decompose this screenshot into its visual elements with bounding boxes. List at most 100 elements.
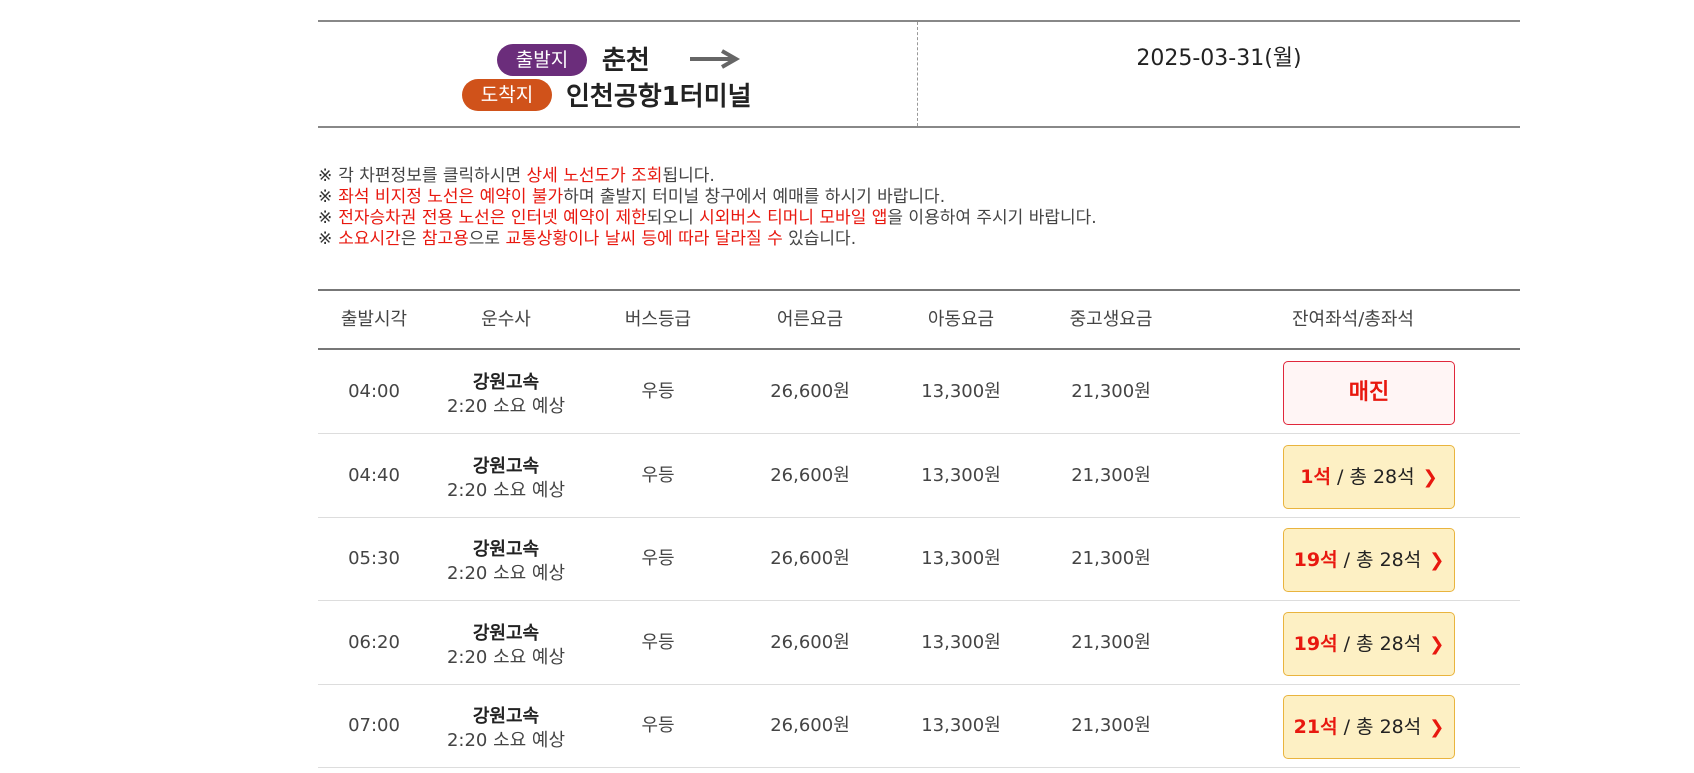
departure-place: 춘천 [602, 46, 650, 76]
notice-highlight: 전자승차권 전용 노선은 인터넷 예약이 제한 [338, 208, 647, 228]
header-student-fare: 중고생요금 [1069, 309, 1153, 330]
student-fare: 21,300원 [1071, 464, 1151, 486]
adult-fare: 26,600원 [770, 715, 850, 736]
route-summary: 출발지 춘천 도착지 인천공항1터미널 2025-03-31(월) [318, 20, 1520, 128]
header-seats: 잔여좌석/총좌석 [1292, 309, 1414, 330]
remaining-seats: 19석 [1293, 549, 1338, 571]
sold-out-button[interactable]: 매진 [1283, 361, 1455, 425]
notice-text: 되오니 [646, 208, 700, 228]
chevron-right-icon: ❯ [1429, 550, 1445, 571]
company-name: 강원고속 [472, 622, 540, 644]
departure-time: 04:00 [348, 381, 400, 402]
notice-mark: ※ [318, 166, 333, 186]
notice-text: 은 [400, 229, 422, 249]
estimated-duration: 2:20 소요 예상 [446, 646, 566, 668]
notice-highlight: 참고용 [421, 229, 469, 249]
seat-select-button[interactable]: 19석 / 총 28석 ❯ [1283, 611, 1455, 676]
table-row[interactable]: 04:00 우등 26,600원 13,300원 21,300원 강원고속 2:20 소요 … [318, 350, 1520, 434]
company-name: 강원고속 [472, 372, 540, 393]
notice-item: ※ 소요시간은 참고용으로 교통상황이나 날씨 등에 따라 달라질 수 있습니다. [318, 229, 1097, 250]
remaining-seats: 21석 [1293, 716, 1338, 738]
header-adult-fare: 어른요금 [776, 309, 844, 330]
notice-text: 각 차편정보를 클릭하시면 [338, 166, 527, 186]
departure-time: 05:30 [348, 548, 400, 569]
notice-list: ※ 각 차편정보를 클릭하시면 상세 노선도가 조회됩니다. ※ 좌석 비지정 노선은… [318, 166, 1097, 250]
student-fare: 21,300원 [1071, 631, 1151, 653]
estimated-duration: 2:20 소요 예상 [446, 396, 566, 417]
remaining-seats: 19석 [1293, 632, 1338, 655]
total-seats: / 총 28석 [1337, 549, 1422, 571]
estimated-duration: 2:20 소요 예상 [446, 730, 566, 751]
child-fare: 13,300원 [921, 548, 1001, 569]
company-cell: 강원고속 2:20 소요 예상 [430, 434, 582, 523]
bus-grade: 우등 [641, 381, 675, 402]
child-fare: 13,300원 [921, 381, 1001, 402]
arrival-badge: 도착지 [462, 79, 552, 111]
notice-highlight: 시외버스 티머니 모바일 앱 [699, 208, 888, 228]
departure-time: 04:40 [348, 464, 400, 486]
company-cell: 강원고속 2:20 소요 예상 [430, 350, 582, 439]
total-seats: / 총 28석 [1337, 716, 1422, 738]
table-row[interactable]: 07:00 우등 26,600원 13,300원 21,300원 강원고속 2:20 소요 … [318, 684, 1520, 768]
notice-highlight: 소요시간 [338, 229, 401, 249]
header-child-fare: 아동요금 [927, 309, 995, 330]
table-header: 출발시각 운수사 버스등급 어른요금 아동요금 중고생요금 잔여좌석/총좌석 [318, 289, 1520, 350]
seat-select-button[interactable]: 21석 / 총 28석 ❯ [1283, 695, 1455, 759]
notice-text: 으로 [468, 229, 506, 249]
seat-select-button[interactable]: 1석 / 총 28석 ❯ [1283, 444, 1455, 509]
estimated-duration: 2:20 소요 예상 [446, 479, 566, 501]
company-name: 강원고속 [472, 706, 540, 727]
adult-fare: 26,600원 [770, 381, 850, 402]
seat-select-button[interactable]: 19석 / 총 28석 ❯ [1283, 528, 1455, 592]
chevron-right-icon: ❯ [1429, 717, 1445, 738]
notice-text: 됩니다. [662, 166, 715, 186]
company-cell: 강원고속 2:20 소요 예상 [430, 517, 582, 606]
total-seats: / 총 28석 [1330, 465, 1415, 488]
table-row[interactable]: 04:40 우등 26,600원 13,300원 21,300원 강원고속 2:20 소요 … [318, 434, 1520, 518]
child-fare: 13,300원 [921, 715, 1001, 736]
child-fare: 13,300원 [921, 464, 1001, 486]
table-row[interactable]: 05:30 우등 26,600원 13,300원 21,300원 강원고속 2:20 소요 … [318, 517, 1520, 601]
student-fare: 21,300원 [1071, 548, 1151, 569]
arrow-right-icon [690, 49, 741, 69]
arrival-place: 인천공항1터미널 [566, 82, 752, 112]
notice-mark: ※ [318, 187, 333, 207]
notice-mark: ※ [318, 208, 333, 228]
student-fare: 21,300원 [1071, 381, 1151, 402]
table-row[interactable]: 06:20 우등 26,600원 13,300원 21,300원 강원고속 2:20 소요 … [318, 601, 1520, 685]
remaining-seats: 1석 [1300, 465, 1331, 488]
chevron-right-icon: ❯ [1429, 633, 1445, 655]
company-cell: 강원고속 2:20 소요 예상 [430, 684, 582, 773]
departure-date: 2025-03-31(월) [1136, 46, 1302, 71]
notice-text: 을 이용하여 주시기 바랍니다. [887, 208, 1097, 228]
bus-grade: 우등 [641, 464, 675, 486]
notice-highlight: 좌석 비지정 노선은 예약이 불가 [338, 187, 564, 207]
company-name: 강원고속 [472, 539, 540, 560]
header-departure-time: 출발시각 [340, 309, 408, 330]
notice-text: 하며 출발지 터미널 창구에서 예매를 하시기 바랍니다. [563, 187, 946, 207]
header-bus-grade: 버스등급 [624, 309, 692, 330]
child-fare: 13,300원 [921, 631, 1001, 653]
notice-item: ※ 전자승차권 전용 노선은 인터넷 예약이 제한되오니 시외버스 티머니 모바일… [318, 208, 1097, 229]
notice-highlight: 상세 노선도가 조회 [526, 166, 663, 186]
chevron-right-icon: ❯ [1422, 466, 1438, 488]
notice-text: 있습니다. [782, 229, 857, 249]
bus-grade: 우등 [641, 548, 675, 569]
route-date-panel: 2025-03-31(월) [918, 22, 1520, 126]
bus-grade: 우등 [641, 631, 675, 653]
company-name: 강원고속 [472, 455, 540, 477]
sold-out-label: 매진 [1348, 380, 1390, 405]
student-fare: 21,300원 [1071, 715, 1151, 736]
notice-item: ※ 각 차편정보를 클릭하시면 상세 노선도가 조회됩니다. [318, 166, 1097, 187]
departure-time: 06:20 [348, 631, 400, 653]
departure-badge: 출발지 [497, 44, 587, 76]
total-seats: / 총 28석 [1337, 632, 1422, 655]
adult-fare: 26,600원 [770, 631, 850, 653]
company-cell: 강원고속 2:20 소요 예상 [430, 601, 582, 690]
route-places: 출발지 춘천 도착지 인천공항1터미널 [318, 22, 918, 126]
notice-highlight: 교통상황이나 날씨 등에 따라 달라질 수 [505, 229, 783, 249]
header-company: 운수사 [481, 309, 531, 330]
departure-time: 07:00 [348, 715, 400, 736]
adult-fare: 26,600원 [770, 464, 850, 486]
notice-mark: ※ [318, 229, 333, 249]
